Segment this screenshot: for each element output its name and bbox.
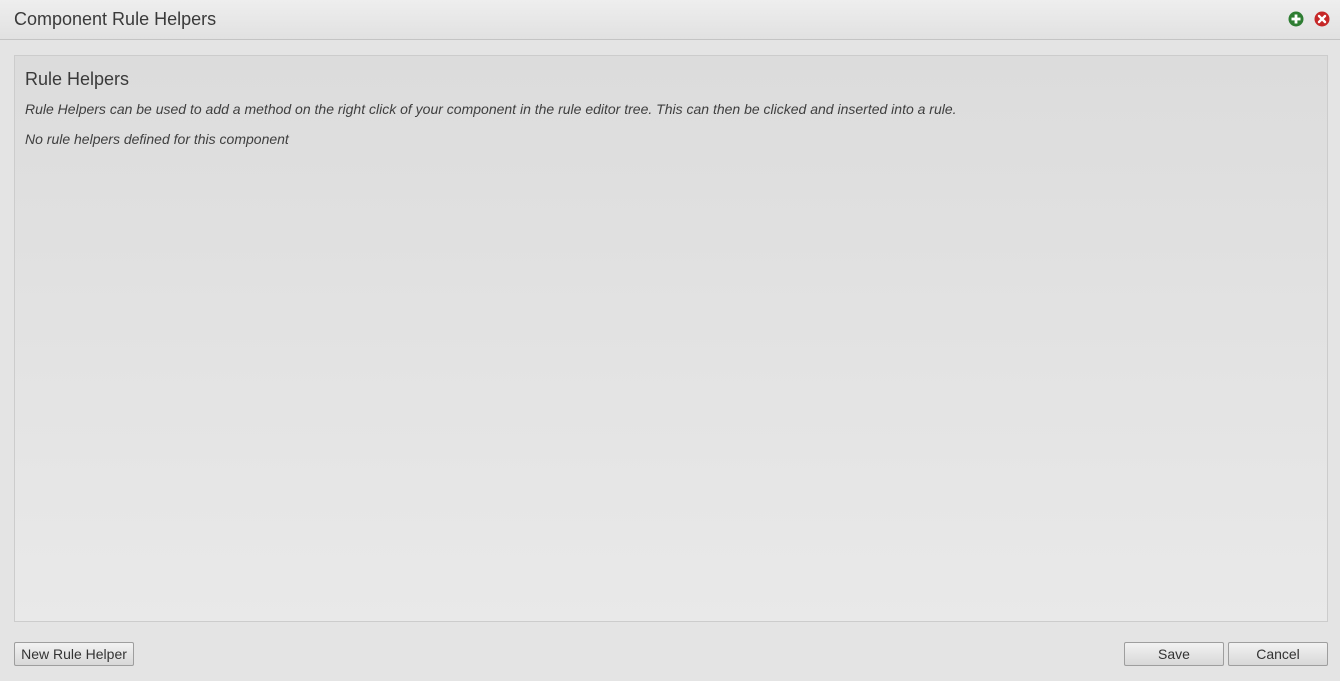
new-rule-helper-button[interactable]: New Rule Helper: [14, 642, 134, 666]
dialog-title: Component Rule Helpers: [14, 9, 217, 29]
empty-state-message: No rule helpers defined for this compone…: [25, 131, 289, 147]
panel-description: Rule Helpers can be used to add a method…: [25, 101, 957, 117]
save-button[interactable]: Save: [1124, 642, 1224, 666]
panel-heading: Rule Helpers: [25, 69, 130, 89]
rule-helpers-panel: Rule Helpers Rule Helpers can be used to…: [14, 55, 1328, 622]
dialog-window: Component Rule Helpers Rule Helpers Rule…: [0, 0, 1340, 681]
dialog-titlebar: Component Rule Helpers: [0, 0, 1340, 40]
cancel-button[interactable]: Cancel: [1228, 642, 1328, 666]
close-icon[interactable]: [1314, 11, 1330, 27]
add-icon[interactable]: [1288, 11, 1304, 27]
